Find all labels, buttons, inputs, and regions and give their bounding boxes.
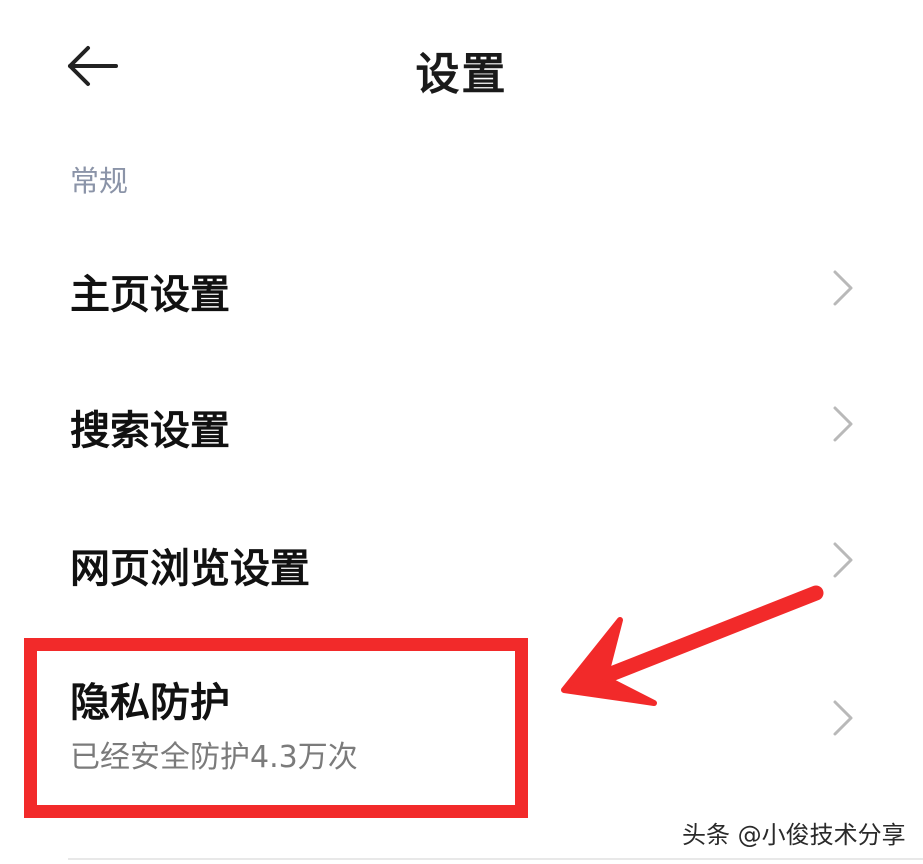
settings-item-homepage[interactable]: 主页设置 bbox=[0, 236, 923, 346]
settings-item-browsing[interactable]: 网页浏览设置 bbox=[0, 508, 923, 618]
chevron-right-icon bbox=[833, 406, 853, 442]
section-header-general: 常规 bbox=[70, 164, 129, 198]
chevron-right-icon bbox=[833, 542, 853, 578]
settings-item-label: 主页设置 bbox=[70, 272, 230, 318]
settings-item-label: 网页浏览设置 bbox=[70, 546, 310, 592]
page-title: 设置 bbox=[415, 49, 508, 100]
chevron-right-icon bbox=[833, 700, 853, 736]
settings-item-label: 搜索设置 bbox=[70, 408, 230, 454]
chevron-right-icon bbox=[833, 270, 853, 306]
settings-item-label: 隐私防护 bbox=[70, 680, 230, 726]
settings-screen: 设置 常规 主页设置 搜索设置 网页浏览设置 隐私防护 已经安全防护4.3万次 bbox=[0, 0, 923, 864]
divider bbox=[68, 858, 923, 860]
settings-item-subtitle: 已经安全防护4.3万次 bbox=[70, 740, 358, 775]
settings-item-search[interactable]: 搜索设置 bbox=[0, 372, 923, 482]
settings-item-privacy[interactable]: 隐私防护 已经安全防护4.3万次 bbox=[0, 650, 923, 790]
watermark-text: 头条 @小俊技术分享 bbox=[682, 821, 906, 849]
